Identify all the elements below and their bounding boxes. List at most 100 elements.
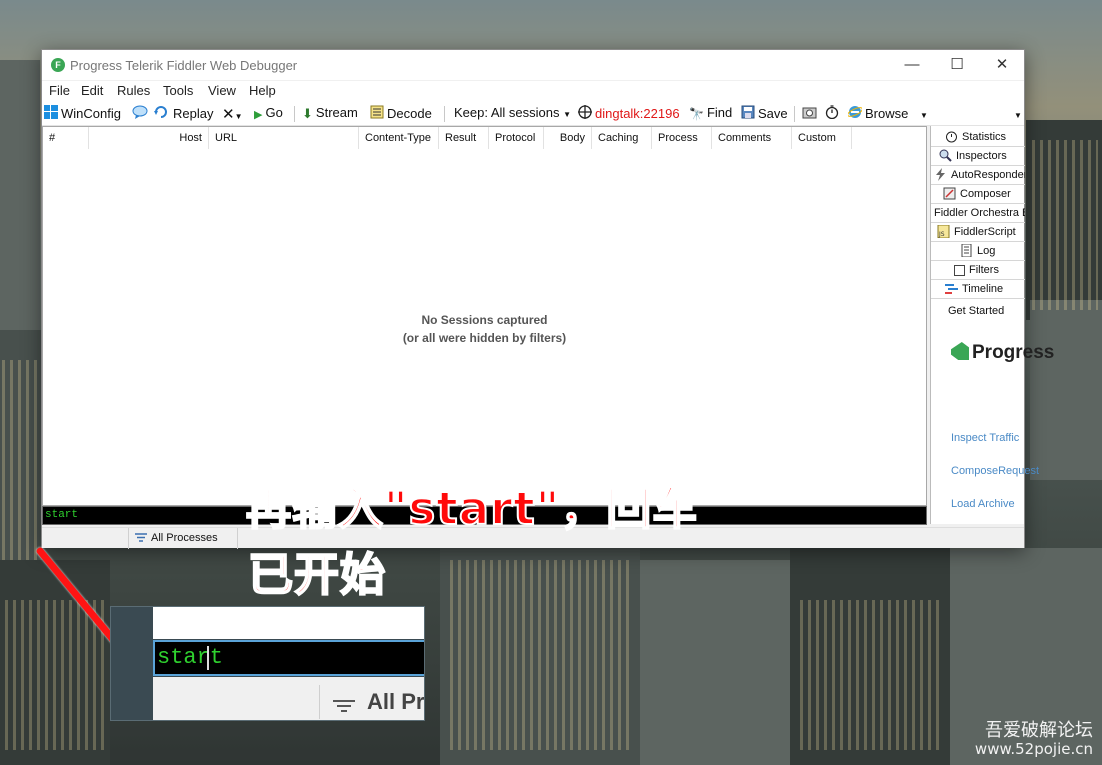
js-script-icon: JS <box>937 225 950 238</box>
column-header-content-type[interactable]: Content-Type <box>359 127 439 149</box>
stream-arrow-icon: ⬇ <box>302 106 313 121</box>
inset-quickexec-value: start <box>157 645 224 670</box>
sessions-list[interactable]: # Host URL Content-Type Result Protocol … <box>42 126 927 506</box>
tab-statistics-label: Statistics <box>962 131 1007 143</box>
save-label: Save <box>758 106 788 121</box>
timer-button[interactable] <box>825 105 842 121</box>
column-header-result[interactable]: Result <box>439 127 489 149</box>
empty-message-title: No Sessions captured <box>421 313 548 327</box>
toolbar-overflow-button[interactable]: ▼ <box>1014 111 1022 120</box>
process-filter-button[interactable]: All Processes <box>128 528 238 549</box>
maximize-button[interactable]: ☐ <box>942 55 972 77</box>
link-load-archive[interactable]: Load Archive <box>951 498 1015 510</box>
column-header-comments[interactable]: Comments <box>712 127 792 149</box>
menu-view[interactable]: View <box>208 83 236 98</box>
save-icon <box>741 105 755 119</box>
link-compose-request[interactable]: ComposeRequest <box>951 465 1039 477</box>
ie-browser-icon <box>848 106 862 118</box>
column-header-process[interactable]: Process <box>652 127 712 149</box>
keep-sessions-dropdown[interactable]: Keep: All sessions ▼ <box>454 105 571 120</box>
screenshot-button[interactable] <box>802 105 820 121</box>
tab-timeline[interactable]: Timeline <box>931 280 1025 299</box>
column-header-number[interactable]: # <box>43 127 89 149</box>
annotation-started: 已开始 <box>247 547 387 602</box>
tab-inspectors-label: Inspectors <box>956 150 1007 162</box>
tab-composer[interactable]: Composer <box>931 185 1025 204</box>
replay-button[interactable]: Replay <box>154 105 213 121</box>
play-icon: ▶ <box>254 109 263 121</box>
column-header-host[interactable]: Host <box>89 127 209 149</box>
quickexec-value: start <box>45 509 79 521</box>
find-button[interactable]: 🔭 Find <box>689 105 732 121</box>
process-target-button[interactable]: dingtalk:22196 <box>578 105 680 121</box>
stopwatch-icon <box>946 131 957 143</box>
column-header-body[interactable]: Body <box>544 127 592 149</box>
menu-help[interactable]: Help <box>249 83 276 98</box>
binoculars-icon: 🔭 <box>689 107 704 121</box>
lightning-icon <box>936 168 945 181</box>
right-panel: Statistics Inspectors AutoResponder Comp… <box>930 126 1054 524</box>
replay-icon <box>154 106 167 118</box>
inset-status-bar: All Processes <box>153 677 424 720</box>
column-header-caching[interactable]: Caching <box>592 127 652 149</box>
tab-fiddlerscript-label: FiddlerScript <box>954 226 1016 238</box>
comment-button[interactable] <box>132 105 151 121</box>
annotation-instruction: 再输入"start"，回车 <box>245 481 699 536</box>
tab-log[interactable]: Log <box>931 242 1025 261</box>
progress-logo-icon <box>951 342 969 360</box>
column-header-custom[interactable]: Custom <box>792 127 852 149</box>
composer-icon <box>943 187 956 200</box>
inset-session-area <box>153 607 424 639</box>
text-caret <box>207 646 209 670</box>
menu-rules[interactable]: Rules <box>117 83 150 98</box>
toolbar-separator <box>794 106 795 122</box>
menu-tools[interactable]: Tools <box>163 83 193 98</box>
stream-label: Stream <box>315 105 358 120</box>
menu-edit[interactable]: Edit <box>81 83 103 98</box>
title-bar[interactable]: F Progress Telerik Fiddler Web Debugger … <box>42 50 1024 80</box>
tab-filters-label: Filters <box>969 264 999 276</box>
watermark-url: www.52pojie.cn <box>974 740 1093 758</box>
column-header-protocol[interactable]: Protocol <box>489 127 544 149</box>
tab-autoresponder[interactable]: AutoResponder <box>931 166 1025 185</box>
save-button[interactable]: Save <box>741 105 788 121</box>
inset-quickexec: start <box>153 640 424 676</box>
tab-fiddler-orchestra[interactable]: Fiddler Orchestra Beta <box>931 204 1025 223</box>
crosshair-icon <box>578 105 592 119</box>
decode-icon <box>370 105 384 119</box>
find-label: Find <box>706 105 733 120</box>
replay-label: Replay <box>173 106 214 121</box>
chevron-down-icon: ▼ <box>919 111 928 120</box>
magnifier-icon <box>939 149 952 162</box>
link-inspect-traffic[interactable]: Inspect Traffic <box>951 432 1019 444</box>
progress-brand-logo: Progress <box>951 342 1054 364</box>
tab-inspectors[interactable]: Inspectors <box>931 147 1025 166</box>
process-target-label: dingtalk:22196 <box>595 106 680 121</box>
tab-composer-label: Composer <box>960 188 1011 200</box>
close-button[interactable]: ✕ <box>987 55 1017 77</box>
camera-icon <box>802 107 817 119</box>
tab-fiddlerscript[interactable]: JS FiddlerScript <box>931 223 1025 242</box>
empty-message-subtitle: (or all were hidden by filters) <box>402 331 567 345</box>
tab-statistics[interactable]: Statistics <box>931 128 1025 147</box>
winconfig-button[interactable]: WinConfig <box>44 105 121 121</box>
go-button[interactable]: ▶ Go <box>254 105 283 121</box>
comment-icon <box>132 105 148 119</box>
decode-button[interactable]: Decode <box>370 105 432 121</box>
stream-button[interactable]: ⬇ Stream <box>302 105 358 122</box>
stopwatch-icon <box>825 105 839 119</box>
get-started-heading: Get Started <box>948 305 1005 317</box>
toolbar: WinConfig Replay ✕▼ ▶ Go ⬇ Stream Decode K… <box>42 101 1024 126</box>
minimize-button[interactable]: — <box>897 55 927 77</box>
column-header-url[interactable]: URL <box>209 127 359 149</box>
browse-dropdown[interactable]: Browse ▼ <box>848 105 928 121</box>
toolbar-separator <box>444 106 445 122</box>
tab-log-label: Log <box>977 245 996 257</box>
winconfig-label: WinConfig <box>61 106 121 121</box>
tab-filters[interactable]: Filters <box>931 261 1025 280</box>
menu-file[interactable]: File <box>49 83 70 98</box>
tab-fiddler-orchestra-label: Fiddler Orchestra Beta <box>934 207 1025 219</box>
svg-text:JS: JS <box>938 231 945 238</box>
remove-dropdown-button[interactable]: ✕▼ <box>222 105 243 123</box>
browse-label: Browse <box>865 106 909 121</box>
